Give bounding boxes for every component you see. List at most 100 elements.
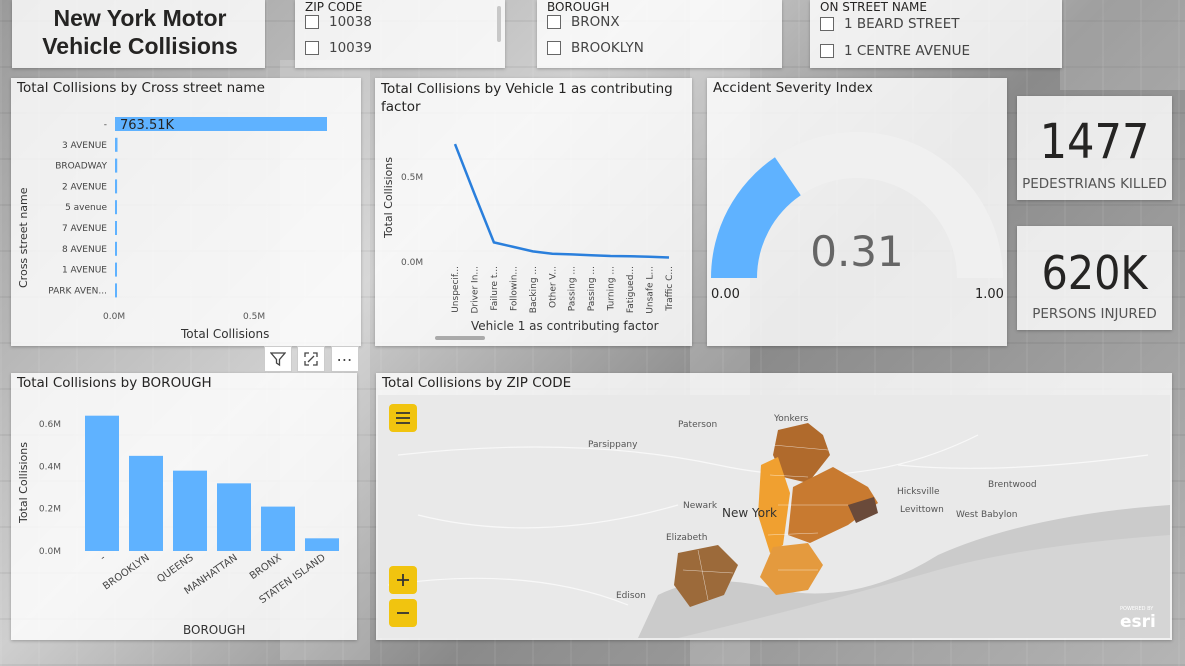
x-tick-label: Failure t... — [490, 266, 500, 311]
map-label: Paterson — [678, 420, 717, 430]
y-tick-label: 5 avenue — [65, 203, 107, 213]
borough-slicer: BOROUGH BRONX BROOKLYN — [537, 0, 782, 68]
zip-code-map[interactable]: Yonkers Paterson Parsippany Hicksville B… — [378, 395, 1170, 638]
y-tick-label: 0.5M — [401, 173, 423, 183]
plus-icon — [397, 574, 409, 586]
slicer-title: ZIP CODE — [305, 0, 363, 14]
map-label: West Babylon — [956, 510, 1017, 520]
checkbox[interactable] — [820, 17, 834, 31]
x-tick-label: BRONX — [248, 552, 284, 582]
vehicle-factor-line-chart: Total Collisions 0.5M 0.0M Vehicle 1 as … — [382, 143, 675, 340]
checkbox[interactable] — [305, 15, 319, 29]
slicer-option[interactable]: 10039 — [305, 40, 372, 56]
x-tick-label: BROOKLYN — [101, 552, 152, 592]
data-label: 763.51K — [120, 118, 174, 133]
zoom-in-button[interactable] — [389, 566, 417, 594]
bar — [115, 137, 118, 152]
background-building — [1060, 0, 1185, 90]
bar — [129, 455, 163, 551]
focus-mode-icon[interactable] — [297, 346, 325, 372]
x-tick-label: Passing ... — [587, 266, 597, 311]
x-axis-title: Total Collisions — [180, 327, 269, 341]
slicer-option[interactable]: BROOKLYN — [547, 40, 644, 56]
y-tick-label: BROADWAY — [55, 162, 107, 172]
slicer-option-label: 1 CENTRE AVENUE — [844, 43, 971, 59]
slicer-option[interactable]: 10038 — [305, 14, 372, 30]
x-tick-label: Passing ... — [568, 266, 578, 311]
y-tick-label: 3 AVENUE — [62, 141, 107, 151]
x-tick-label: Followin... — [509, 266, 519, 311]
map-label: Hicksville — [897, 487, 940, 497]
x-axis-title: BOROUGH — [183, 623, 245, 637]
slicer-option-label: 10039 — [329, 40, 372, 56]
bar — [217, 483, 251, 551]
y-tick-label: 2 AVENUE — [62, 182, 107, 192]
slicer-option-label: 10038 — [329, 14, 372, 30]
bar — [115, 221, 117, 235]
y-tick-label: 0.2M — [39, 505, 61, 515]
esri-logo: esri — [1120, 612, 1156, 632]
chart-title: Total Collisions by ZIP CODE — [382, 375, 572, 391]
x-tick-label: Fatigued... — [626, 266, 636, 313]
x-tick-label: Other V... — [548, 266, 558, 308]
bar — [115, 200, 117, 215]
bar — [305, 538, 339, 551]
checkbox[interactable] — [820, 44, 834, 58]
slicer-option[interactable]: BRONX — [547, 14, 620, 30]
map-label: Yonkers — [773, 414, 809, 424]
y-tick-label: 0.6M — [39, 420, 61, 430]
bar — [115, 262, 117, 277]
x-tick-label: Driver In... — [470, 266, 480, 314]
slicer-option-label: 1 BEARD STREET — [844, 16, 960, 32]
slicer-scrollbar[interactable] — [497, 6, 501, 42]
map-label: Edison — [616, 591, 646, 601]
x-tick-label: Unspecif... — [451, 266, 461, 313]
filter-icon[interactable] — [264, 346, 292, 372]
cross-street-chart[interactable]: Total Collisions by Cross street name Cr… — [11, 78, 361, 346]
bar — [85, 415, 119, 551]
gauge-min: 0.00 — [711, 287, 740, 302]
zoom-out-button[interactable] — [389, 599, 417, 627]
slicer-option[interactable]: 1 BEARD STREET — [820, 16, 959, 32]
gauge-value: 0.31 — [810, 227, 904, 276]
horizontal-scrollbar[interactable] — [435, 336, 485, 340]
x-tick-label: Traffic C... — [665, 266, 675, 312]
kpi-label: PEDESTRIANS KILLED — [1022, 176, 1167, 192]
slicer-option-label: BRONX — [571, 14, 620, 30]
cross-street-bar-chart: Cross street name Total Collisions 0.0M … — [17, 117, 327, 341]
zip-code-slicer: ZIP CODE 10038 10039 — [295, 0, 505, 68]
persons-injured-card: 620K PERSONS INJURED — [1017, 226, 1172, 330]
vehicle-factor-chart[interactable]: Total Collisions by Vehicle 1 as contrib… — [375, 78, 692, 346]
zip-code-map-card[interactable]: Total Collisions by ZIP CODE Yonkers Pat… — [376, 373, 1172, 640]
x-tick-label: - — [98, 552, 108, 563]
y-tick-label: 7 AVENUE — [62, 224, 107, 234]
x-tick-label: Turning ... — [607, 266, 617, 311]
y-tick-label: 0.0M — [39, 547, 61, 557]
bar — [173, 470, 207, 551]
x-axis-title: Vehicle 1 as contributing factor — [471, 319, 659, 333]
map-menu-button[interactable] — [389, 404, 417, 432]
y-tick-label: - — [104, 120, 107, 130]
more-options-icon[interactable]: ⋯ — [331, 346, 359, 372]
y-axis-title: Cross street name — [17, 187, 30, 288]
checkbox[interactable] — [305, 41, 319, 55]
bar — [261, 506, 295, 551]
severity-gauge-card[interactable]: Accident Severity Index 0.31 0.00 1.00 — [707, 78, 1007, 346]
slicer-option[interactable]: 1 CENTRE AVENUE — [820, 43, 970, 59]
map-label: Elizabeth — [666, 533, 707, 543]
slicer-option-label: BROOKLYN — [571, 40, 644, 56]
checkbox[interactable] — [547, 41, 561, 55]
bar — [115, 283, 117, 298]
severity-gauge: 0.31 0.00 1.00 — [711, 132, 1004, 302]
kpi-label: PERSONS INJURED — [1032, 306, 1157, 322]
slicer-title: BOROUGH — [547, 0, 610, 14]
kpi-value: 620K — [1041, 246, 1148, 300]
slicer-title: ON STREET NAME — [820, 0, 927, 14]
borough-chart[interactable]: Total Collisions by BOROUGH Total Collis… — [11, 373, 357, 640]
street-slicer: ON STREET NAME 1 BEARD STREET 1 CENTRE A… — [810, 0, 1062, 68]
y-tick-label: 8 AVENUE — [62, 245, 107, 255]
map-label: Levittown — [900, 505, 944, 515]
checkbox[interactable] — [547, 15, 561, 29]
bar — [115, 241, 117, 256]
borough-bar-chart: Total Collisions BOROUGH 0.6M 0.4M 0.2M 0.0… — [17, 415, 339, 637]
